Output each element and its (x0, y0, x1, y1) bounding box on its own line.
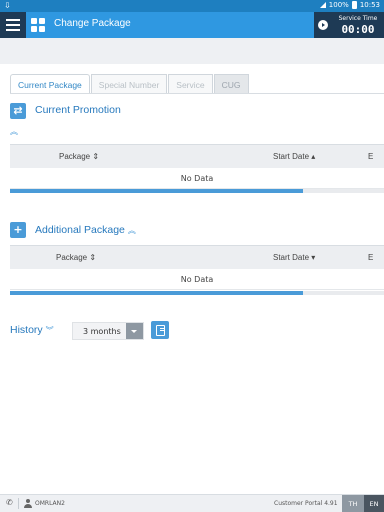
apps-grid-icon (31, 18, 45, 32)
service-time-value: 00:00 (341, 23, 375, 36)
column-start-date[interactable]: Start Date ▾ (273, 253, 315, 262)
history-title[interactable]: History ︾ (10, 324, 54, 336)
portal-version: Customer Portal 4.91 (274, 500, 338, 507)
service-timer-play-button[interactable] (314, 12, 332, 38)
toolbar-band (0, 38, 384, 64)
additional-package-title[interactable]: Additional Package ︽ (35, 224, 136, 236)
tab-special-number[interactable]: Special Number (90, 74, 168, 94)
column-package[interactable]: Package ⇕ (56, 253, 96, 262)
collapse-chevron-icon[interactable]: ︽ (10, 126, 18, 137)
battery-icon (351, 1, 357, 9)
column-start-date[interactable]: Start Date ▴ (273, 152, 315, 161)
history-label: History (10, 324, 43, 336)
history-period-select[interactable]: 3 months (72, 322, 144, 340)
collapse-chevron-icon[interactable]: ︽ (128, 226, 136, 235)
clock: 10:53 (359, 1, 380, 9)
scrollbar-thumb[interactable] (10, 189, 303, 193)
export-button[interactable] (151, 321, 169, 339)
signal-icon (319, 2, 326, 8)
chevron-down-icon[interactable] (126, 323, 143, 339)
phone-icon[interactable]: ✆ (6, 498, 13, 507)
hamburger-menu-button[interactable] (0, 12, 26, 38)
tab-service[interactable]: Service (168, 74, 213, 94)
tab-cug[interactable]: CUG (213, 74, 249, 94)
column-end-date[interactable]: E (368, 152, 373, 161)
tab-divider (10, 93, 384, 94)
battery-percent: 100% (328, 1, 349, 9)
footer-bar: ✆ OMRLAN2 Customer Portal 4.91 TH EN (0, 494, 384, 512)
add-icon[interactable]: + (10, 222, 26, 238)
language-en-button[interactable]: EN (364, 495, 384, 512)
service-time-display: Service Time 00:00 (332, 12, 384, 38)
current-promotion-title: Current Promotion (35, 104, 121, 116)
empty-state-text: No Data (180, 275, 214, 284)
expand-chevron-icon[interactable]: ︾ (46, 326, 54, 335)
download-notification-icon: ⇩ (4, 1, 11, 10)
user-icon (24, 499, 32, 508)
service-time-label: Service Time (338, 15, 378, 22)
additional-package-table-header: Package ⇕ Start Date ▾ E (10, 245, 384, 269)
swap-icon: ⇄ (10, 103, 26, 119)
status-bar: ⇩ 100% 10:53 (0, 0, 384, 12)
history-period-value: 3 months (83, 327, 121, 336)
column-package[interactable]: Package ⇕ (59, 152, 99, 161)
current-promotion-table-header: Package ⇕ Start Date ▴ E (10, 144, 384, 168)
current-promotion-table-body: No Data (10, 169, 384, 189)
column-end-date[interactable]: E (368, 253, 373, 262)
empty-state-text: No Data (180, 174, 214, 183)
additional-package-label: Additional Package (35, 224, 125, 236)
app-header: Change Package Service Time 00:00 (0, 12, 384, 38)
page-title: Change Package (54, 18, 131, 29)
footer-divider (18, 498, 19, 509)
play-icon (318, 20, 328, 30)
logged-in-user: OMRLAN2 (35, 500, 65, 507)
status-bar-right: 100% 10:53 (319, 1, 380, 9)
tab-bar: Current Package Special Number Service C… (10, 74, 250, 94)
additional-package-table-body: No Data (10, 270, 384, 290)
language-th-button[interactable]: TH (342, 495, 364, 512)
tab-current-package[interactable]: Current Package (10, 74, 90, 94)
horizontal-scrollbar[interactable] (10, 291, 384, 295)
scrollbar-thumb[interactable] (10, 291, 303, 295)
horizontal-scrollbar[interactable] (10, 189, 384, 193)
